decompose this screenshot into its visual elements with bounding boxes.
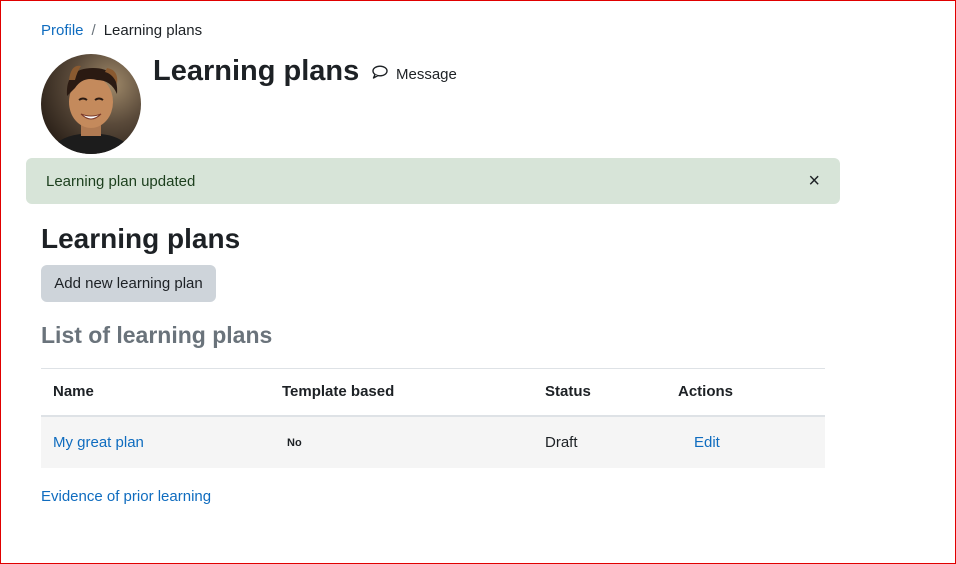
breadcrumb: Profile / Learning plans — [41, 22, 202, 39]
message-label: Message — [396, 65, 457, 83]
template-based-badge: No — [287, 437, 302, 449]
alert-message: Learning plan updated — [46, 173, 196, 190]
avatar[interactable] — [41, 54, 141, 154]
learning-plans-table: Name Template based Status Actions My gr… — [41, 368, 825, 468]
close-icon[interactable]: × — [808, 171, 820, 191]
section-heading: Learning plans — [41, 223, 241, 254]
table-row: My great plan No Draft Edit — [41, 415, 825, 468]
page-title: Learning plans — [153, 55, 360, 87]
plan-status: Draft — [533, 415, 666, 468]
message-button[interactable]: Message — [372, 65, 457, 83]
table-header-row: Name Template based Status Actions — [41, 368, 825, 417]
breadcrumb-profile-link[interactable]: Profile — [41, 22, 84, 39]
success-alert: Learning plan updated × — [26, 158, 840, 204]
column-header-status: Status — [533, 368, 666, 417]
evidence-of-prior-learning-link[interactable]: Evidence of prior learning — [41, 488, 211, 505]
edit-link[interactable]: Edit — [694, 434, 720, 451]
plan-name-link[interactable]: My great plan — [53, 434, 144, 451]
column-header-name: Name — [41, 368, 270, 417]
list-heading: List of learning plans — [41, 322, 273, 348]
chat-bubble-icon — [372, 65, 388, 83]
column-header-template-based: Template based — [270, 368, 533, 417]
avatar-image — [41, 54, 141, 154]
add-learning-plan-button[interactable]: Add new learning plan — [41, 265, 216, 302]
breadcrumb-current: Learning plans — [103, 22, 203, 39]
column-header-actions: Actions — [666, 368, 825, 417]
breadcrumb-separator: / — [91, 22, 96, 39]
